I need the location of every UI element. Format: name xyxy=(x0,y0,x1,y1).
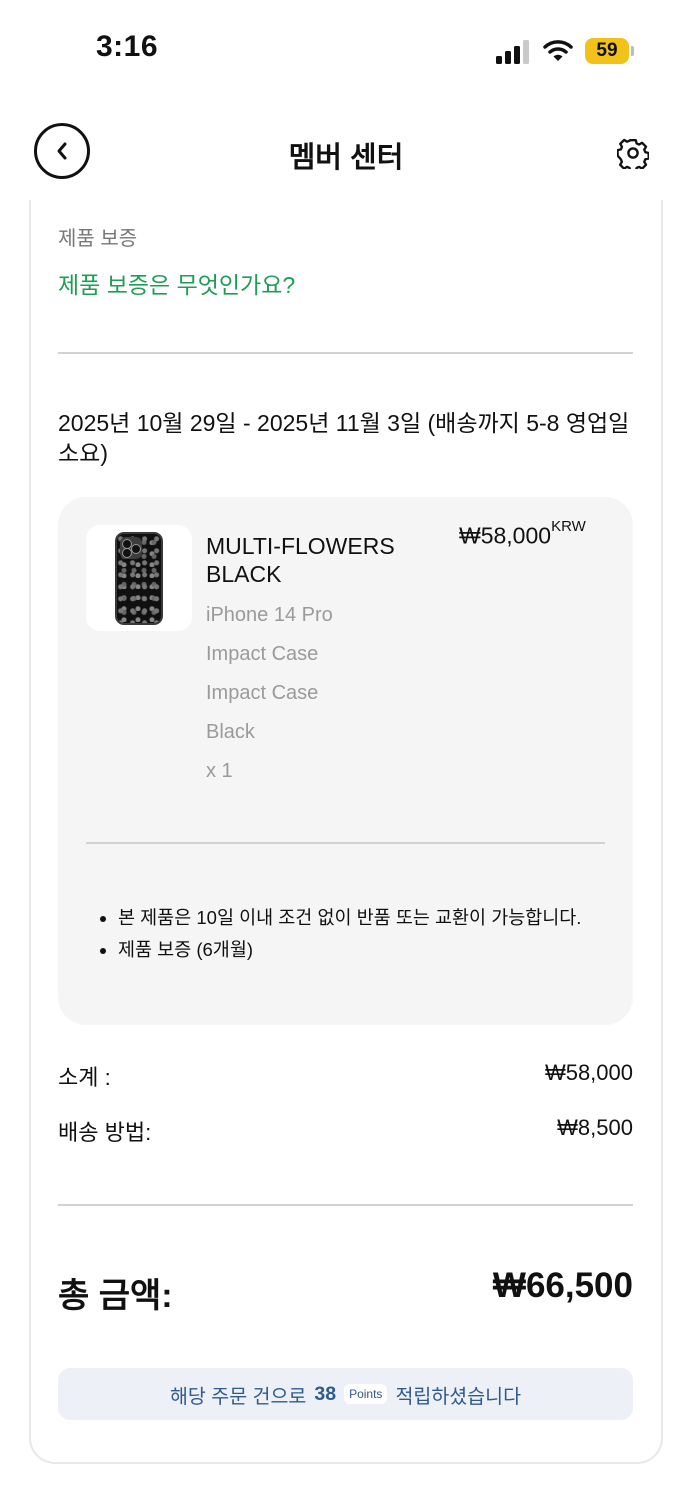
subtotal-value: ₩58,000 xyxy=(544,1060,633,1085)
product-notes: 본 제품은 10일 이내 조건 없이 반품 또는 교환이 가능합니다. 제품 보… xyxy=(94,902,594,966)
delivery-estimate: 2025년 10월 29일 - 2025년 11월 3일 (배송까지 5-8 영… xyxy=(58,410,630,466)
list-item: 본 제품은 10일 이내 조건 없이 반품 또는 교환이 가능합니다. xyxy=(118,902,594,934)
divider xyxy=(58,1204,633,1206)
gear-icon[interactable] xyxy=(617,137,649,169)
spec-device: iPhone 14 Pro xyxy=(206,604,333,626)
nav-header: 멤버 센터 xyxy=(0,120,692,188)
wifi-icon xyxy=(543,40,573,61)
points-banner: 해당 주문 건으로 38 Points 적립하셨습니다 xyxy=(58,1368,633,1420)
spec-quantity: x 1 xyxy=(206,760,233,782)
price-currency: KRW xyxy=(551,518,586,535)
spec-color: Black xyxy=(206,721,255,743)
points-amount: 38 xyxy=(314,1382,337,1405)
battery-level: 59 xyxy=(585,38,629,64)
warranty-section-label: 제품 보증 xyxy=(58,228,138,250)
points-suffix: 적립하셨습니다 xyxy=(395,1385,522,1408)
camera-module xyxy=(120,537,142,559)
product-name: MULTI-FLOWERS BLACK xyxy=(206,533,395,587)
total-label: 총 금액: xyxy=(58,1277,173,1315)
battery-tip xyxy=(631,46,634,56)
spec-case-type: Impact Case xyxy=(206,682,319,704)
price-amount: ₩58,000 xyxy=(459,522,552,549)
divider xyxy=(86,842,605,844)
shipping-value: ₩8,500 xyxy=(557,1115,633,1140)
warranty-info-link[interactable]: 제품 보증은 무엇인가요? xyxy=(58,266,295,300)
page-title: 멤버 센터 xyxy=(288,142,404,174)
points-unit-badge: Points xyxy=(344,1384,388,1404)
status-bar: 3:16 59 xyxy=(0,0,692,100)
points-prefix: 해당 주문 건으로 xyxy=(169,1385,307,1408)
product-price: ₩58,000KRW xyxy=(459,518,586,550)
signal-icon xyxy=(496,40,529,64)
phone-case-image xyxy=(115,532,163,625)
shipping-label: 배송 방법: xyxy=(58,1120,152,1145)
spec-case-type: Impact Case xyxy=(206,643,319,665)
divider xyxy=(58,352,633,354)
status-time: 3:16 xyxy=(96,30,159,63)
battery-icon: 59 xyxy=(585,38,635,64)
list-item: 제품 보증 (6개월) xyxy=(118,934,594,966)
subtotal-label: 소계 : xyxy=(58,1065,111,1090)
total-value: ₩66,500 xyxy=(492,1266,633,1305)
